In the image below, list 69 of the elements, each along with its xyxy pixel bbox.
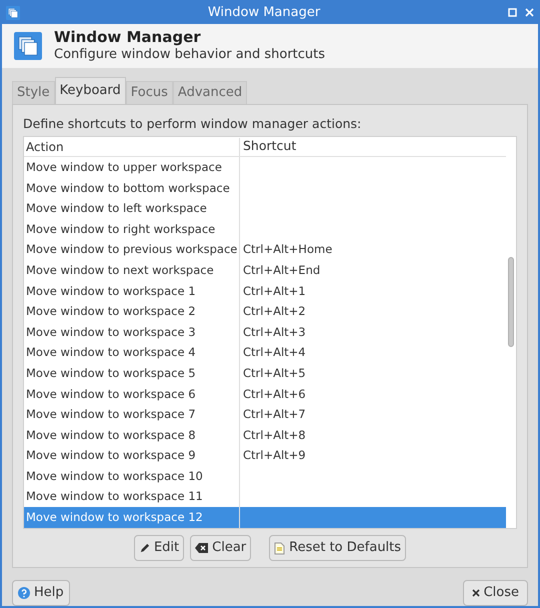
shortcut-cell-text: Ctrl+Alt+7 bbox=[242, 406, 306, 424]
action-cell: Move window to right workspace bbox=[24, 219, 240, 240]
window-title: Window Manager bbox=[208, 4, 320, 22]
column-header[interactable]: Shortcut bbox=[240, 137, 296, 156]
header-subtitle: Configure window behavior and shortcuts bbox=[54, 46, 326, 64]
shortcut-cell-text: Ctrl+Alt+End bbox=[242, 262, 320, 279]
edit-button[interactable]: Edit bbox=[134, 535, 184, 561]
table-row[interactable]: Move window to workspace 5 Ctrl+Alt+5 bbox=[24, 363, 506, 384]
action-cell: Move window to bottom workspace bbox=[24, 178, 240, 198]
action-cell: Move window to workspace 7 bbox=[24, 404, 240, 426]
column-header[interactable]: Action bbox=[24, 138, 240, 156]
tab[interactable]: Focus bbox=[126, 80, 173, 104]
maximize-icon[interactable] bbox=[508, 8, 517, 18]
shortcut-cell-text: Ctrl+Alt+6 bbox=[242, 386, 306, 403]
action-cell: Move window to workspace 9 bbox=[24, 446, 240, 466]
windows-icon bbox=[14, 32, 42, 60]
table-row[interactable]: Move window to workspace 9 Ctrl+Alt+9 bbox=[24, 446, 506, 466]
action-cell: Move window to left workspace bbox=[24, 198, 240, 220]
shortcut-cell-text: Ctrl+Alt+1 bbox=[242, 282, 306, 300]
help-icon bbox=[18, 587, 30, 599]
table-row[interactable]: Move window to workspace 2 Ctrl+Alt+2 bbox=[24, 301, 506, 322]
table-row[interactable]: Move window to workspace 8 Ctrl+Alt+8 bbox=[24, 425, 506, 446]
table-row[interactable]: Move window to upper workspace bbox=[24, 157, 506, 178]
tab[interactable]: Advanced bbox=[172, 80, 248, 104]
description-text: Define shortcuts to perform window manager actions: bbox=[23, 114, 362, 133]
close-icon bbox=[472, 589, 480, 597]
action-cell: Move window to workspace 3 bbox=[24, 322, 240, 343]
reset-button[interactable]: Reset to Defaults bbox=[269, 535, 406, 561]
action-cell: Move window to previous workspace bbox=[24, 240, 240, 260]
shortcut-cell-text: Ctrl+Alt+9 bbox=[242, 447, 306, 464]
close-icon[interactable] bbox=[525, 8, 534, 18]
table-row[interactable]: Move window to next workspace Ctrl+Alt+End bbox=[24, 260, 506, 281]
action-cell: Move window to next workspace bbox=[24, 260, 240, 281]
shortcut-cell-text: Ctrl+Alt+5 bbox=[242, 364, 306, 382]
action-cell: Move window to workspace 1 bbox=[24, 280, 240, 302]
action-cell: Move window to workspace 2 bbox=[24, 301, 240, 322]
shortcut-cell-text: Ctrl+Alt+3 bbox=[242, 324, 306, 341]
table-row[interactable]: Move window to workspace 4 Ctrl+Alt+4 bbox=[24, 342, 506, 364]
table-row[interactable]: Move window to bottom workspace bbox=[24, 178, 506, 198]
clear-button[interactable]: Clear bbox=[190, 535, 252, 561]
table-row[interactable]: Move window to previous workspace Ctrl+Alt+Home bbox=[24, 240, 506, 260]
action-cell: Move window to workspace 4 bbox=[24, 342, 240, 364]
tab[interactable]: Keyboard bbox=[54, 76, 126, 104]
action-cell: Move window to workspace 6 bbox=[24, 384, 240, 404]
shortcut-cell-text: Ctrl+Alt+8 bbox=[242, 426, 306, 444]
shortcut-cell-text: Ctrl+Alt+4 bbox=[242, 344, 306, 362]
table-row[interactable]: Move window to workspace 6 Ctrl+Alt+6 bbox=[24, 384, 506, 404]
shortcut-cell-text: Ctrl+Alt+Home bbox=[242, 241, 332, 258]
table-row[interactable]: Move window to workspace 7 Ctrl+Alt+7 bbox=[24, 404, 506, 426]
table-row[interactable]: Move window to left workspace bbox=[24, 198, 506, 220]
close-button[interactable]: Close bbox=[462, 580, 528, 606]
table-row[interactable]: Move window to workspace 3 Ctrl+Alt+3 bbox=[24, 322, 506, 343]
app-icon bbox=[6, 6, 20, 20]
help-button[interactable]: Help bbox=[12, 580, 70, 606]
table-row[interactable]: Move window to workspace 10 bbox=[24, 466, 506, 487]
action-cell: Move window to workspace 5 bbox=[24, 363, 240, 384]
backspace-icon bbox=[195, 543, 208, 553]
action-cell: Move window to workspace 8 bbox=[24, 425, 240, 446]
action-cell: Move window to workspace 12 bbox=[24, 507, 240, 528]
table-row[interactable]: Move window to right workspace bbox=[24, 219, 506, 240]
tab[interactable]: Style bbox=[12, 80, 55, 104]
scrollbar-thumb[interactable] bbox=[508, 257, 514, 348]
action-cell: Move window to workspace 10 bbox=[24, 466, 240, 487]
header-title: Window Manager bbox=[54, 28, 202, 47]
pencil-icon bbox=[138, 542, 150, 554]
shortcut-cell-text: Ctrl+Alt+2 bbox=[242, 303, 306, 320]
table-row[interactable]: Move window to workspace 1 Ctrl+Alt+1 bbox=[24, 280, 506, 302]
document-icon bbox=[274, 542, 286, 554]
action-cell: Move window to upper workspace bbox=[24, 157, 240, 178]
